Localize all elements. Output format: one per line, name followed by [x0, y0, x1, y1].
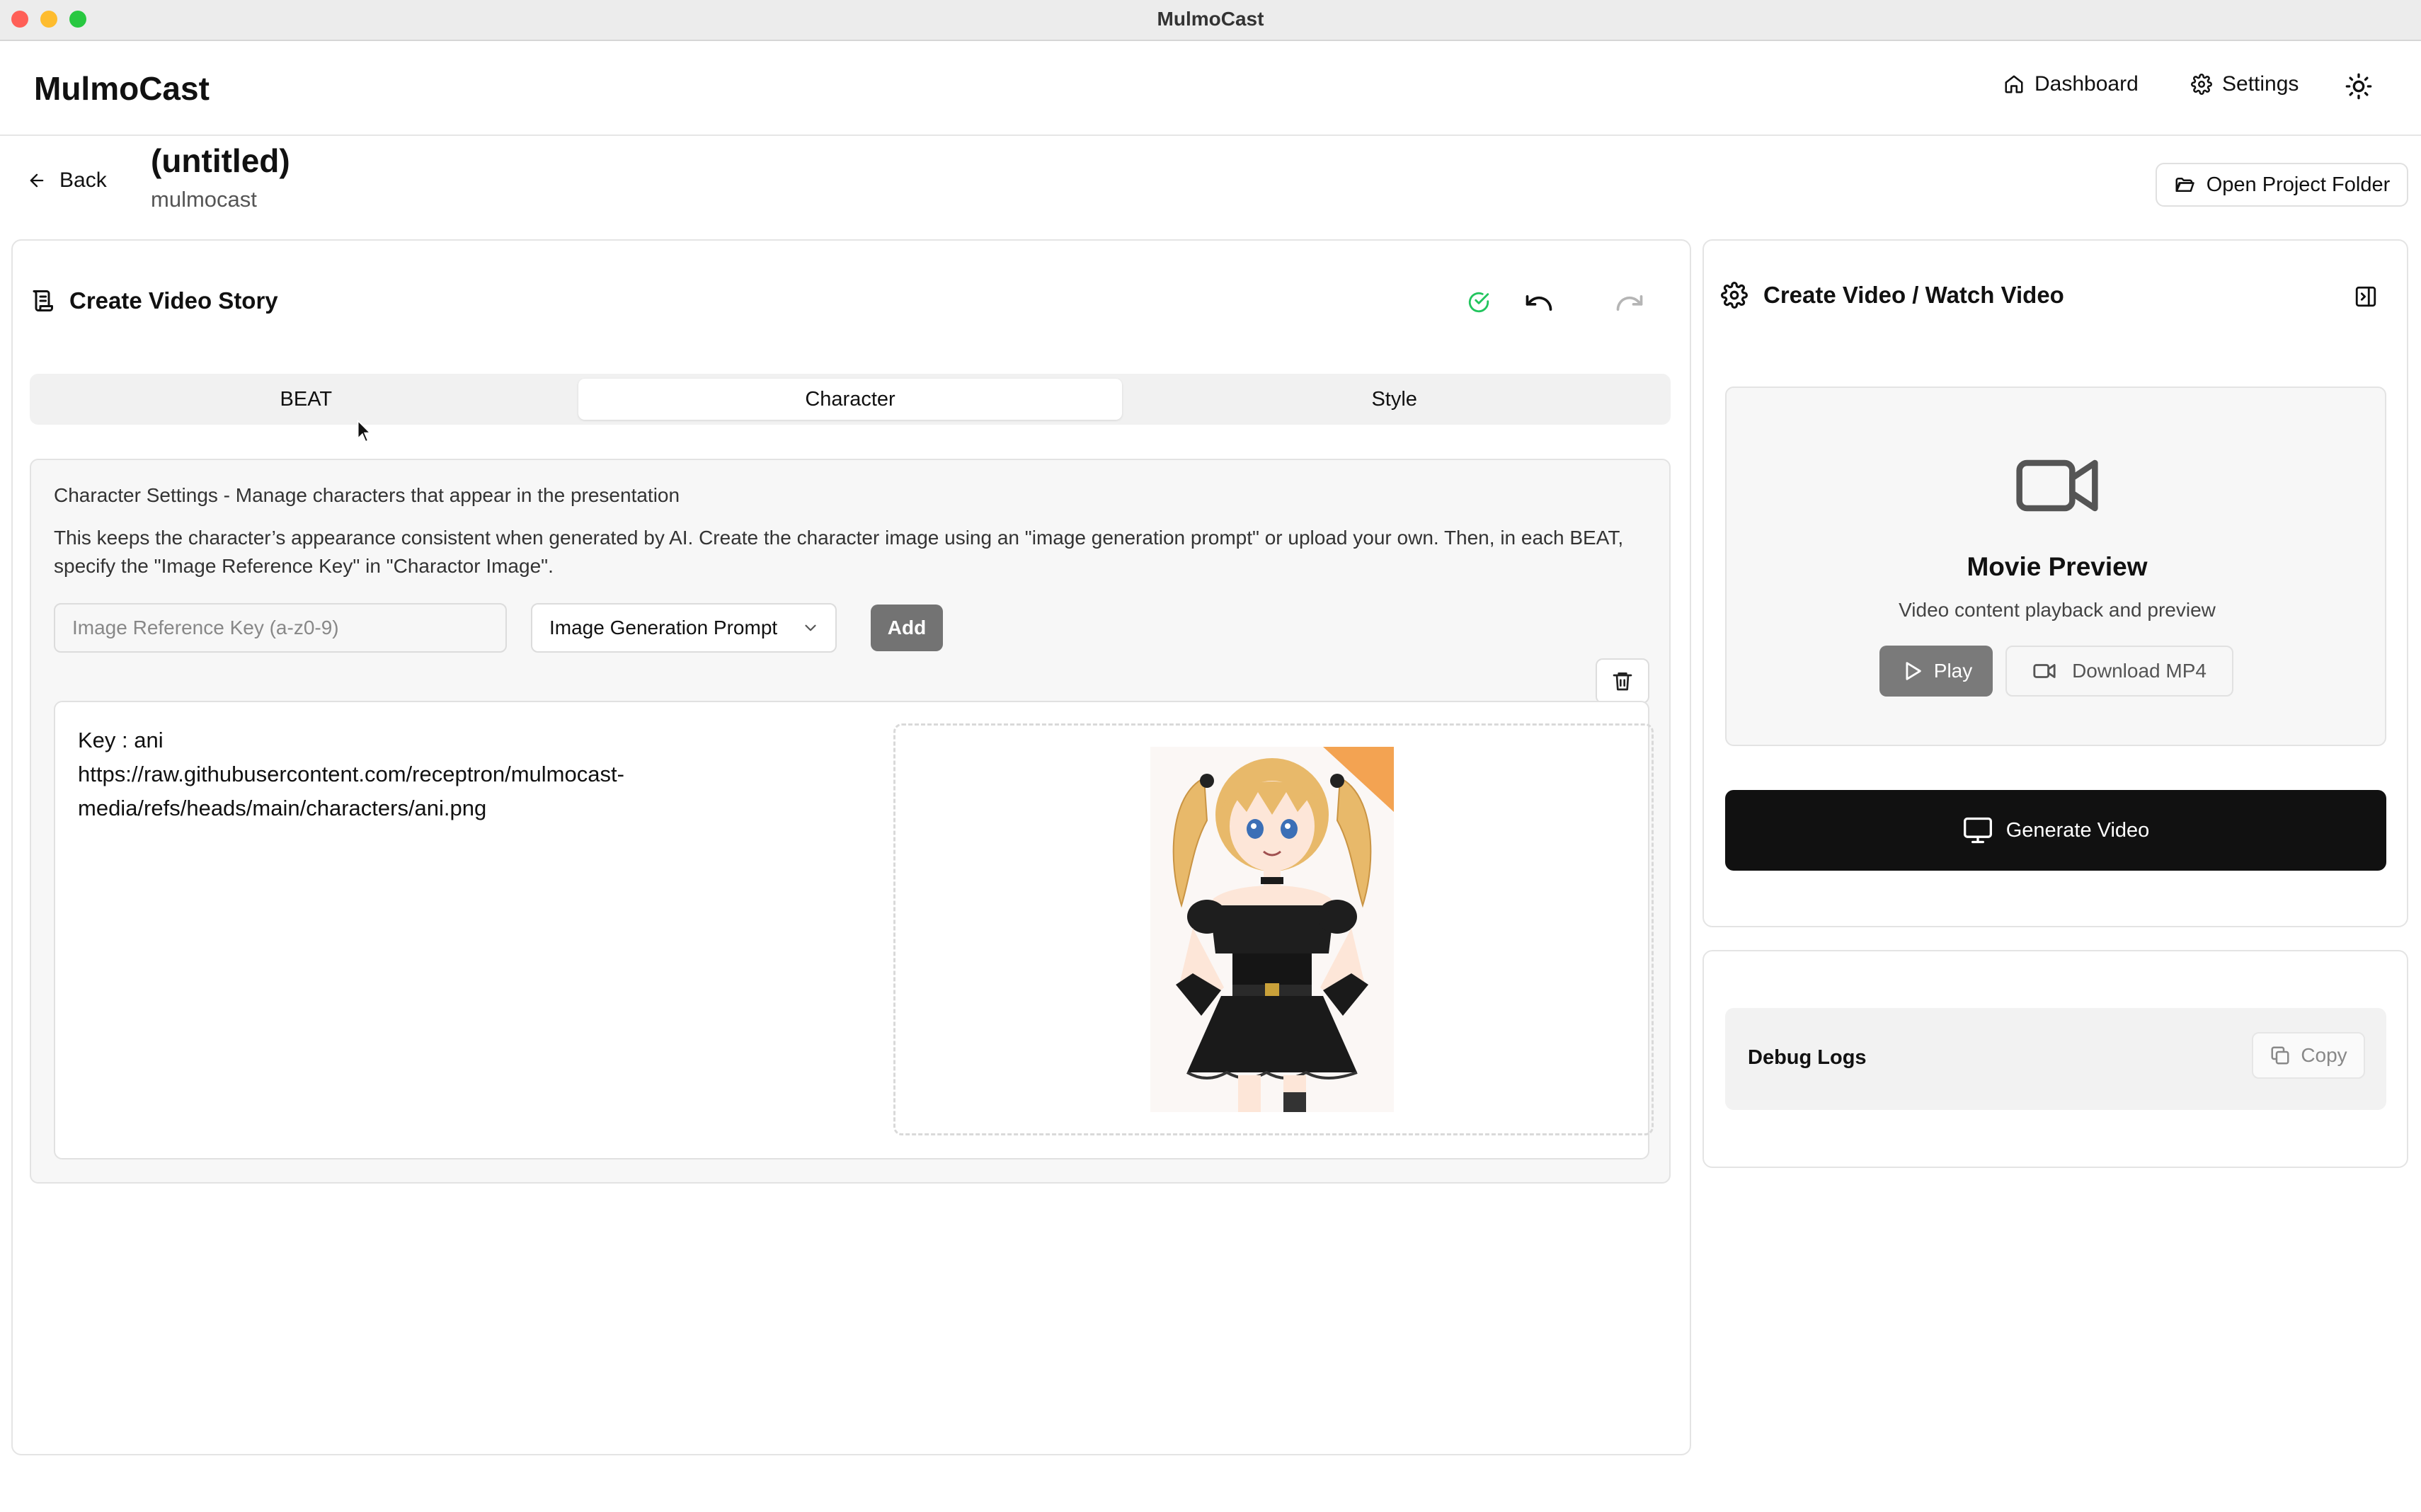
chevron-down-icon	[805, 624, 816, 631]
sun-icon[interactable]	[2345, 72, 2373, 101]
download-mp4-label: Download MP4	[2072, 660, 2207, 682]
movie-preview-title: Movie Preview	[1967, 552, 2148, 581]
play-button[interactable]: Play	[1879, 646, 1993, 697]
character-settings-description: This keeps the character’s appearance co…	[54, 527, 1624, 577]
app-header: MulmoCast Dashboard Settings	[0, 42, 2421, 136]
character-image	[1150, 747, 1394, 1112]
copy-icon	[2271, 1046, 2289, 1065]
gear-icon	[2191, 74, 2212, 95]
trash-icon	[1613, 672, 1632, 691]
character-card: Key : ani https://raw.githubusercontent.…	[54, 701, 1654, 1159]
debug-logs-panel: Debug Logs Copy	[1702, 950, 2408, 1168]
tab-beat[interactable]: BEAT	[34, 379, 578, 420]
folder-open-icon	[2175, 178, 2194, 192]
panel-collapse-icon[interactable]	[2354, 285, 2378, 309]
undo-icon[interactable]	[1523, 287, 1555, 319]
arrow-left-icon	[30, 173, 44, 188]
panel-title-label: Create Video Story	[69, 287, 278, 314]
image-type-select-value: Image Generation Prompt	[549, 617, 778, 638]
download-mp4-button[interactable]: Download MP4	[2005, 646, 2233, 697]
generate-video-button[interactable]: Generate Video	[1725, 790, 2386, 871]
generate-video-label: Generate Video	[2005, 818, 2150, 842]
image-reference-key-input[interactable]	[54, 603, 507, 653]
image-type-select[interactable]: Image Generation Prompt	[531, 603, 837, 653]
video-icon	[2033, 664, 2056, 678]
debug-logs-box: Debug Logs Copy	[1725, 1008, 2386, 1110]
play-label: Play	[1933, 660, 1973, 682]
character-settings: Character Settings - Manage characters t…	[30, 459, 1671, 1184]
project-title: (untitled)	[151, 142, 290, 179]
create-video-story-panel: Create Video Story BEAT Character Style …	[11, 239, 1691, 1455]
app-logo[interactable]: MulmoCast	[34, 69, 210, 108]
window-title: MulmoCast	[1157, 8, 1264, 30]
open-project-folder-label: Open Project Folder	[2206, 173, 2391, 196]
mouse-cursor-icon	[357, 420, 372, 442]
nav-dashboard[interactable]: Dashboard	[2003, 72, 2139, 96]
video-camera-icon	[2016, 459, 2098, 512]
scroll-icon	[33, 290, 53, 311]
right-panel-title-label: Create Video / Watch Video	[1763, 282, 2064, 308]
add-character-button[interactable]: Add	[871, 605, 943, 651]
project-header: Back (untitled) mulmocast Open Project F…	[0, 137, 2421, 236]
nav-settings[interactable]: Settings	[2191, 72, 2299, 96]
editor-tabs: BEAT Character Style	[30, 374, 1671, 425]
character-card-text: Key : ani https://raw.githubusercontent.…	[78, 723, 757, 825]
project-subtitle: mulmocast	[151, 187, 257, 212]
copy-logs-label: Copy	[2301, 1044, 2347, 1066]
back-button[interactable]: Back	[27, 168, 107, 193]
back-label: Back	[59, 168, 107, 192]
tab-style[interactable]: Style	[1122, 379, 1666, 420]
monitor-icon	[1963, 817, 1992, 844]
panel-title: Create Video Story	[30, 287, 278, 314]
gear-icon	[1721, 282, 1748, 309]
copy-logs-button[interactable]: Copy	[2252, 1032, 2365, 1079]
home-icon	[2005, 75, 2023, 93]
movie-preview-subtitle: Video content playback and preview	[1899, 599, 2216, 621]
character-settings-heading: Character Settings - Manage characters t…	[54, 484, 680, 506]
create-watch-video-panel: Create Video / Watch Video Movie Preview…	[1702, 239, 2408, 927]
character-image-url: https://raw.githubusercontent.com/recept…	[78, 762, 624, 820]
nav-dashboard-label: Dashboard	[2034, 72, 2139, 96]
movie-preview-card: Movie Preview Video content playback and…	[1725, 386, 2386, 746]
debug-logs-label: Debug Logs	[1748, 1046, 1867, 1069]
redo-icon[interactable]	[1614, 287, 1645, 319]
character-key: Key : ani	[78, 728, 164, 752]
open-project-folder-button[interactable]: Open Project Folder	[2156, 163, 2408, 207]
tab-character[interactable]: Character	[578, 379, 1123, 420]
check-circle-icon	[1468, 292, 1489, 313]
window-titlebar: MulmoCast	[0, 0, 2421, 41]
play-icon	[1906, 662, 1921, 680]
character-image-dropzone[interactable]	[893, 723, 1654, 1135]
right-panel-title: Create Video / Watch Video	[1721, 282, 2064, 309]
nav-settings-label: Settings	[2222, 72, 2299, 96]
delete-character-button[interactable]	[1596, 658, 1649, 704]
